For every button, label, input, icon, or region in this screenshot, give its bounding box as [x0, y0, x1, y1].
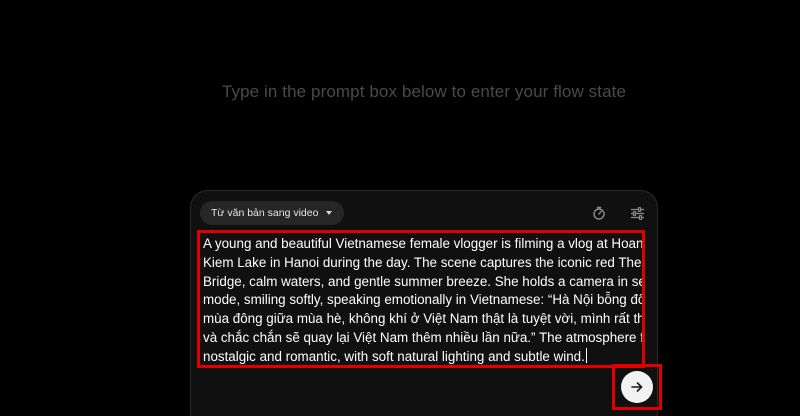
prompt-line: mùa đông giữa mùa hè, không khí ở Việt N… — [203, 311, 645, 327]
timer-icon[interactable] — [590, 204, 608, 222]
send-button[interactable] — [621, 371, 653, 403]
app-page: Type in the prompt box below to enter yo… — [0, 0, 800, 416]
prompt-line: Kiem Lake in Hanoi during the day. The s… — [203, 254, 645, 270]
prompt-line: Bridge, calm waters, and gentle summer b… — [203, 273, 645, 289]
mode-selector[interactable]: Từ văn bản sang video — [200, 201, 345, 225]
mode-selector-label: Từ văn bản sang video — [211, 207, 319, 219]
prompt-input[interactable]: A young and beautiful Vietnamese female … — [197, 230, 645, 368]
prompt-line: mode, smiling softly, speaking emotional… — [203, 292, 645, 308]
chevron-down-icon — [326, 211, 333, 215]
prompt-text: A young and beautiful Vietnamese female … — [203, 235, 645, 365]
text-cursor — [585, 347, 587, 363]
prompt-line: A young and beautiful Vietnamese female … — [203, 236, 644, 251]
prompt-line: nostalgic and romantic, with soft natura… — [203, 348, 585, 364]
page-tagline: Type in the prompt box below to enter yo… — [221, 82, 627, 101]
sliders-icon[interactable] — [628, 204, 646, 222]
prompt-line: và chắc chắn sẽ quay lại Việt Nam thêm n… — [203, 329, 645, 345]
arrow-right-icon — [631, 382, 643, 392]
